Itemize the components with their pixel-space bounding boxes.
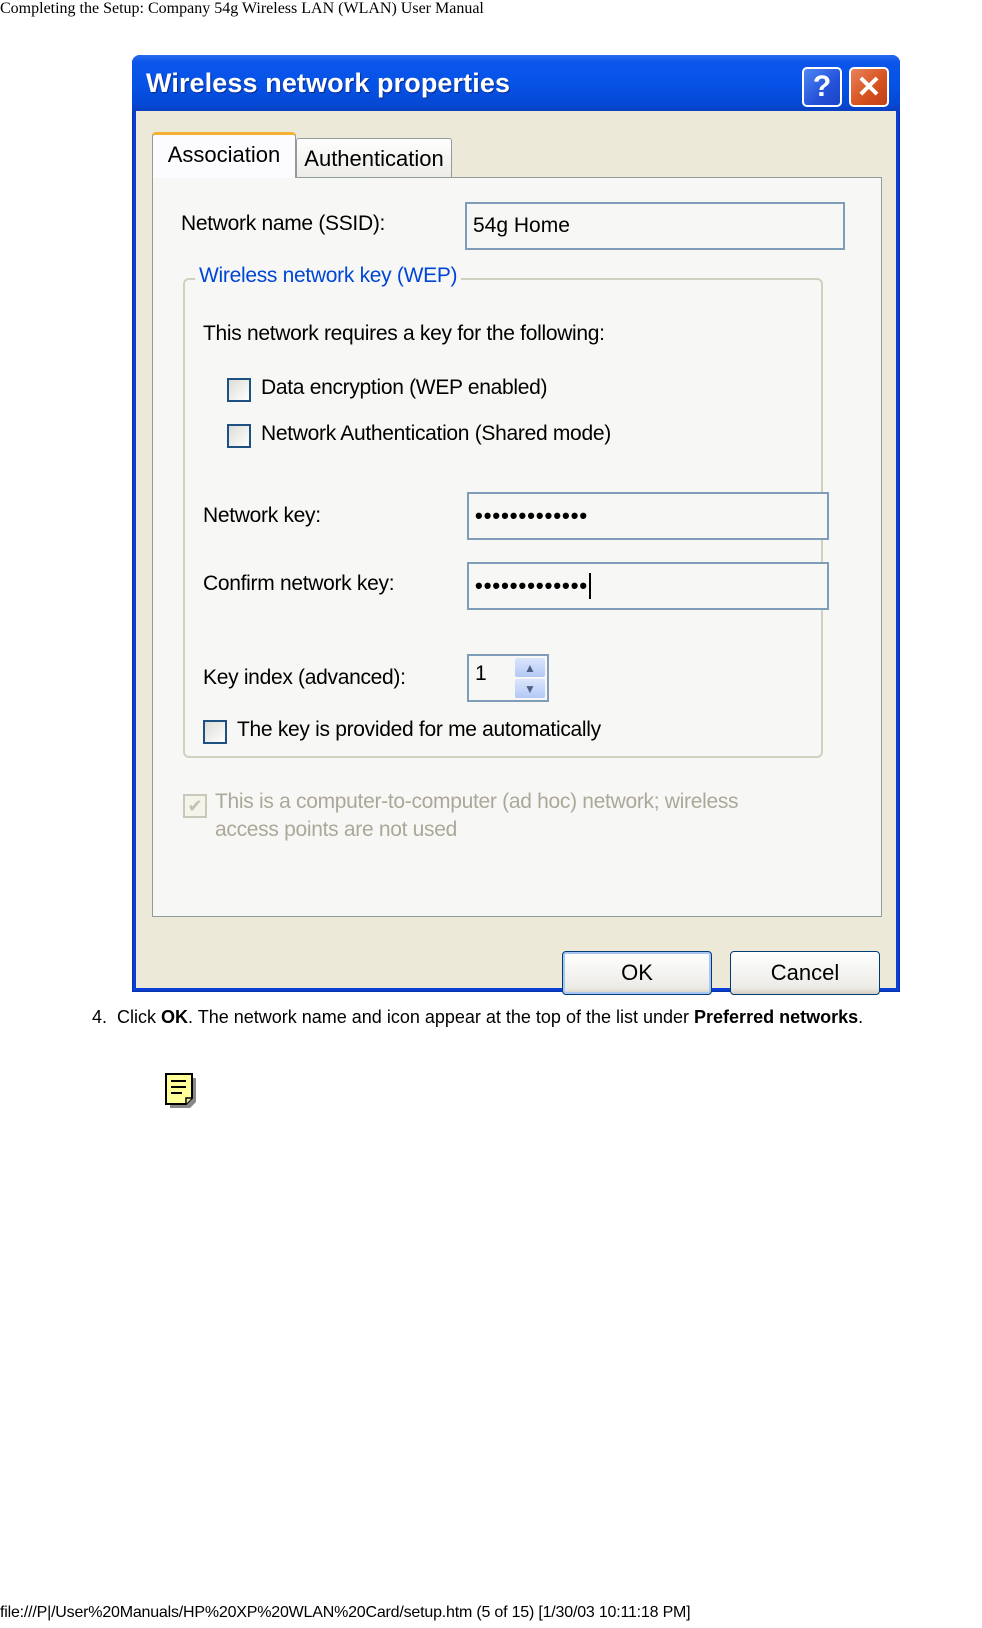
network-auth-label: Network Authentication (Shared mode) bbox=[261, 422, 611, 445]
association-panel: Network name (SSID): 54g Home Wireless n… bbox=[152, 177, 882, 917]
key-index-spinner[interactable]: 1 ▲ ▼ bbox=[467, 654, 549, 702]
confirm-key-value: ••••••••••••• bbox=[475, 573, 589, 598]
title-bar[interactable]: Wireless network properties ? ✕ bbox=[132, 55, 900, 111]
confirm-key-input[interactable]: ••••••••••••• bbox=[467, 562, 829, 610]
checkmark-icon: ✔ bbox=[187, 795, 203, 816]
instruction-mid: . The network name and icon appear at th… bbox=[188, 1007, 695, 1027]
adhoc-checkbox[interactable]: ✔ bbox=[183, 794, 207, 818]
close-button[interactable]: ✕ bbox=[849, 67, 889, 107]
network-key-value: ••••••••••••• bbox=[475, 503, 589, 528]
network-auth-checkbox[interactable] bbox=[227, 424, 251, 448]
adhoc-label-line1: This is a computer-to-computer (ad hoc) … bbox=[215, 790, 739, 813]
cancel-button[interactable]: Cancel bbox=[730, 951, 880, 995]
preferred-networks-emphasis: Preferred networks bbox=[694, 1007, 859, 1027]
instruction-step-4: 4. Click OK. The network name and icon a… bbox=[92, 1006, 863, 1028]
ok-button[interactable]: OK bbox=[562, 951, 712, 995]
arrow-up-icon: ▲ bbox=[524, 660, 536, 675]
step-number: 4. bbox=[92, 1007, 108, 1027]
dialog-title: Wireless network properties bbox=[146, 68, 511, 98]
help-icon: ? bbox=[812, 70, 832, 103]
network-key-input[interactable]: ••••••••••••• bbox=[467, 492, 829, 540]
spin-up-button[interactable]: ▲ bbox=[515, 658, 545, 677]
page-header: Completing the Setup: Company 54g Wirele… bbox=[0, 0, 484, 17]
wep-groupbox: Wireless network key (WEP) This network … bbox=[183, 264, 829, 758]
wep-groupbox-legend: Wireless network key (WEP) bbox=[195, 264, 462, 288]
auto-key-checkbox[interactable] bbox=[203, 720, 227, 744]
data-encryption-checkbox[interactable] bbox=[227, 378, 251, 402]
spin-down-button[interactable]: ▼ bbox=[515, 679, 545, 698]
key-index-value: 1 bbox=[475, 662, 487, 685]
ssid-input[interactable]: 54g Home bbox=[465, 202, 845, 250]
arrow-down-icon: ▼ bbox=[524, 681, 536, 696]
auto-key-label: The key is provided for me automatically bbox=[237, 718, 601, 741]
instruction-post: . bbox=[858, 1007, 864, 1027]
key-index-label: Key index (advanced): bbox=[203, 666, 406, 689]
help-button[interactable]: ? bbox=[802, 67, 842, 107]
page-footer: file:///P|/User%20Manuals/HP%20XP%20WLAN… bbox=[0, 1604, 691, 1621]
note-icon bbox=[165, 1073, 196, 1108]
wireless-network-properties-dialog: Wireless network properties ? ✕ Associat… bbox=[132, 55, 900, 995]
spin-buttons: ▲ ▼ bbox=[515, 658, 545, 698]
confirm-key-label: Confirm network key: bbox=[203, 572, 395, 595]
ssid-value: 54g Home bbox=[473, 214, 570, 237]
close-icon: ✕ bbox=[856, 70, 882, 104]
data-encryption-label: Data encryption (WEP enabled) bbox=[261, 376, 548, 399]
tab-authentication[interactable]: Authentication bbox=[296, 138, 452, 178]
ssid-label: Network name (SSID): bbox=[181, 212, 386, 235]
instruction-pre: Click bbox=[117, 1007, 162, 1027]
ok-emphasis: OK bbox=[161, 1007, 189, 1027]
network-key-label: Network key: bbox=[203, 504, 321, 527]
tab-association[interactable]: Association bbox=[152, 132, 296, 178]
adhoc-label-line2: access points are not used bbox=[215, 818, 458, 841]
dialog-client: Association Authentication Network name … bbox=[136, 111, 896, 995]
text-caret bbox=[589, 573, 592, 599]
key-required-text: This network requires a key for the foll… bbox=[203, 322, 605, 345]
